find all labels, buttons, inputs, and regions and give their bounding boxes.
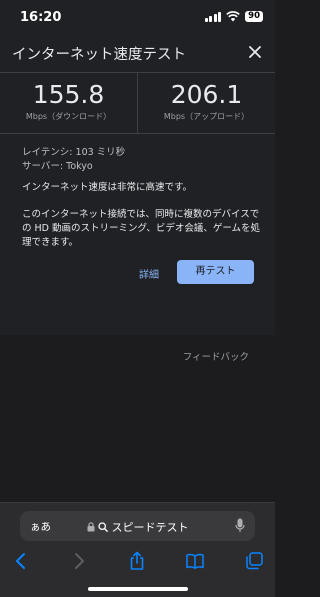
upload-result: 206.1 Mbps（アップロード） [138,81,275,122]
panel-title: インターネット速度テスト [12,47,186,63]
bookmarks-icon[interactable] [185,551,205,571]
download-result: 155.8 Mbps（ダウンロード） [0,81,137,122]
microphone-icon[interactable] [235,518,245,534]
status-icons: 90 [204,11,263,22]
panel-header: インターネット速度テスト [0,34,275,73]
forward-icon[interactable] [69,551,89,571]
share-icon[interactable] [127,551,147,571]
latency-text: レイテンシ: 103 ミリ秒 [22,147,126,158]
speed-description: このインターネット接続では、同時に複数のデバイスでの HD 動画のストリーミング… [22,209,261,248]
details-link[interactable]: 詳細 [139,266,159,281]
battery-icon: 90 [245,11,263,22]
address-bar[interactable]: ぁあ スピードテスト [20,511,255,541]
browser-bottom-bar: ぁあ スピードテスト [0,502,275,597]
back-icon[interactable] [11,551,31,571]
status-time: 16:20 [20,10,62,25]
download-unit: Mbps（ダウンロード） [25,112,112,121]
retest-button[interactable]: 再テスト [177,260,254,284]
tabs-icon[interactable] [244,551,264,571]
lock-icon [87,522,94,532]
address-text: スピードテスト [111,521,189,534]
browser-toolbar [0,547,275,577]
signal-icon [204,11,222,22]
wifi-icon [226,11,240,22]
server-text: サーバー: Tokyo [22,161,93,172]
status-bar: 16:20 90 [0,0,275,34]
feedback-link[interactable]: フィードバック [183,349,249,363]
upload-value: 206.1 [170,80,243,109]
connection-info: レイテンシ: 103 ミリ秒 サーバー: Tokyo [22,146,262,174]
speed-test-panel: インターネット速度テスト 155.8 Mbps（ダウンロード） 206.1 Mb… [0,34,275,363]
home-indicator [88,587,188,591]
upload-unit: Mbps（アップロード） [163,112,250,121]
speed-results: 155.8 Mbps（ダウンロード） 206.1 Mbps（アップロード） [0,73,275,134]
download-value: 155.8 [32,80,105,109]
address-field[interactable]: スピードテスト [20,519,255,535]
close-icon[interactable] [245,42,265,62]
search-icon [98,522,108,532]
speed-verdict: インターネット速度は非常に高速です。 [22,182,193,193]
